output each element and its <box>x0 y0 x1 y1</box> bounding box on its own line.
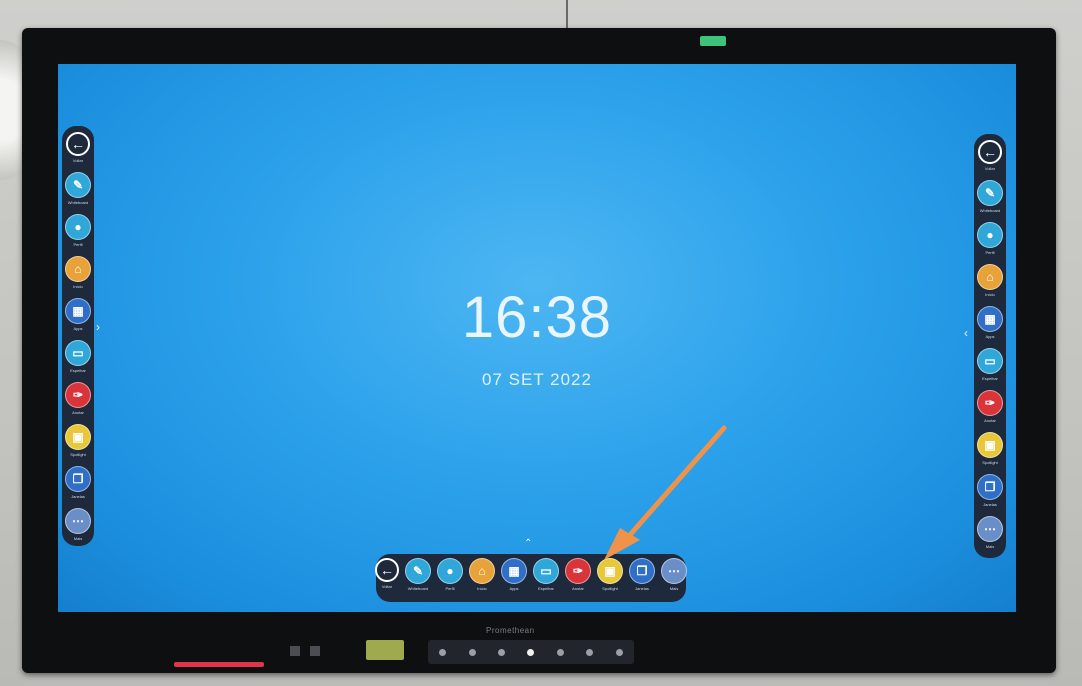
annotation-arrow <box>604 425 727 560</box>
